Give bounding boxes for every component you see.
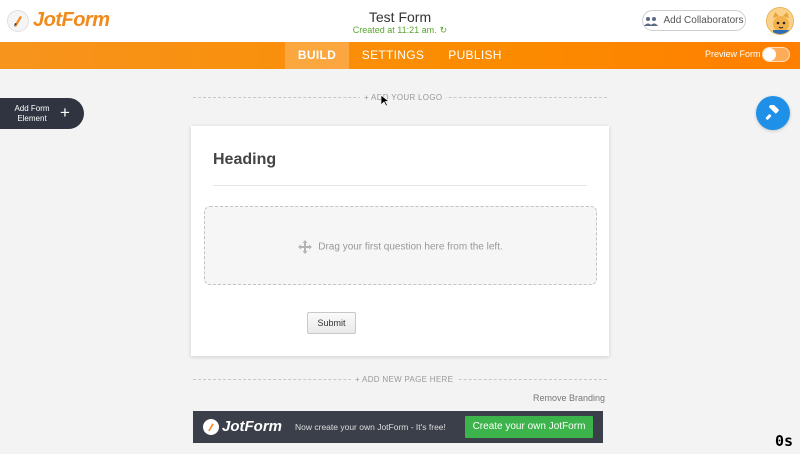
move-arrows-icon [298, 240, 313, 254]
form-heading[interactable]: Heading [213, 151, 276, 169]
mouse-cursor-icon [381, 95, 390, 107]
remove-branding-link[interactable]: Remove Branding [533, 393, 605, 403]
branding-bar: JotForm Now create your own JotForm - It… [193, 411, 603, 443]
refresh-icon[interactable]: ↻ [440, 25, 448, 36]
add-form-element-button[interactable]: Add Form Element + [0, 98, 84, 129]
add-new-page-link[interactable]: + ADD NEW PAGE HERE [351, 375, 458, 384]
toggle-knob [763, 48, 776, 61]
preview-form-label: Preview Form [705, 49, 761, 59]
plus-icon: + [60, 103, 70, 122]
dropzone-message: Drag your first question here from the l… [205, 240, 596, 254]
branding-logo-text: JotForm [222, 418, 282, 435]
branding-pencil-icon [203, 418, 219, 435]
branding-logo[interactable]: JotForm [203, 418, 282, 435]
tab-build[interactable]: BUILD [285, 42, 349, 69]
form-card: Heading Drag your first question here fr… [191, 126, 609, 356]
question-dropzone[interactable]: Drag your first question here from the l… [204, 206, 597, 285]
add-logo-link[interactable]: + ADD YOUR LOGO [360, 93, 447, 102]
builder-nav-bar: BUILD SETTINGS PUBLISH Preview Form [0, 42, 800, 69]
branding-message: Now create your own JotForm - It's free! [295, 422, 446, 432]
create-jotform-button[interactable]: Create your own JotForm [465, 416, 593, 438]
recording-timer-text: 0s [775, 432, 794, 450]
heading-divider [213, 185, 587, 186]
paint-roller-icon [765, 105, 779, 120]
user-avatar[interactable] [766, 7, 794, 35]
submit-button[interactable]: Submit [307, 312, 356, 334]
tab-settings[interactable]: SETTINGS [358, 42, 428, 69]
add-collaborators-button[interactable]: Add Collaborators [642, 10, 746, 31]
people-icon [644, 16, 659, 26]
preview-form-toggle[interactable] [762, 47, 790, 62]
form-designer-button[interactable] [756, 96, 790, 130]
top-header: JotForm Test Form Created at 11:21 am. ↻ … [0, 0, 800, 42]
add-form-element-label: Add Form Element [14, 104, 50, 123]
tab-publish[interactable]: PUBLISH [442, 42, 508, 69]
created-time-text: Created at 11:21 am. [352, 25, 437, 35]
add-collaborators-label: Add Collaborators [663, 15, 744, 26]
dropzone-text: Drag your first question here from the l… [318, 241, 503, 253]
